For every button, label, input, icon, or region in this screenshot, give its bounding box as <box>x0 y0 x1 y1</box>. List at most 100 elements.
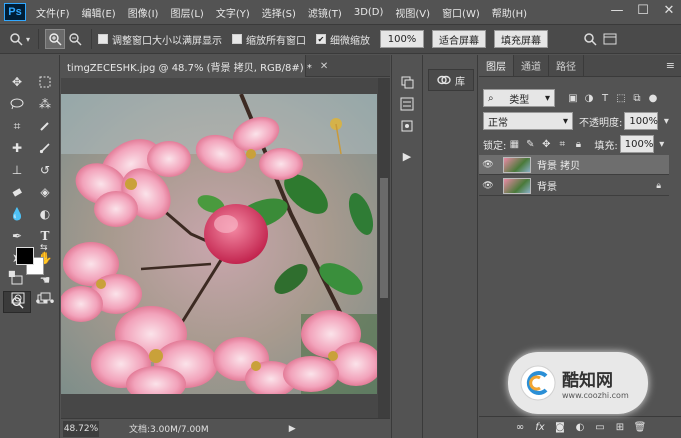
status-menu-arrow-icon[interactable]: ▶ <box>289 424 296 434</box>
filter-shape-icon[interactable]: ⬚ <box>613 93 629 104</box>
filter-toggle-icon[interactable]: ● <box>645 93 661 104</box>
layer-style-fx-icon[interactable]: fx <box>533 422 547 433</box>
default-colors-icon[interactable]: ■ <box>8 269 16 278</box>
menu-view[interactable]: 视图(V) <box>395 5 430 20</box>
dodge-tool-icon[interactable]: ◐ <box>31 203 59 225</box>
menu-filter[interactable]: 滤镜(T) <box>308 5 342 20</box>
eyedropper-tool-icon[interactable] <box>31 115 59 137</box>
history-panel-icon[interactable] <box>396 73 418 91</box>
healing-brush-tool-icon[interactable]: ✚ <box>3 137 31 159</box>
lock-transparent-icon[interactable]: ▦ <box>506 139 522 150</box>
opacity-chevron-icon[interactable]: ▾ <box>658 116 674 127</box>
marquee-tool-icon[interactable] <box>31 71 59 93</box>
tab-paths[interactable]: 路径 <box>549 55 584 76</box>
new-layer-icon[interactable]: ⊞ <box>613 422 627 433</box>
fit-screen-button[interactable]: 适合屏幕 <box>432 30 487 48</box>
add-mask-icon[interactable]: ◙ <box>553 422 567 433</box>
libraries-tab[interactable]: 库 <box>428 69 474 91</box>
new-group-icon[interactable]: ▭ <box>593 422 607 433</box>
quick-mask-icon[interactable] <box>10 291 26 305</box>
swap-colors-icon[interactable]: ⇆ <box>40 243 48 253</box>
adjustments-panel-icon[interactable] <box>396 117 418 135</box>
scrubby-zoom-checkbox[interactable]: ✔ <box>316 34 327 44</box>
pen-tool-icon[interactable]: ✒ <box>3 225 31 247</box>
preset-chevron-icon[interactable]: ▾ <box>26 35 30 44</box>
menu-window[interactable]: 窗口(W) <box>442 5 480 20</box>
layer-row-background[interactable]: 👁︎ 背景 🔒︎ <box>479 176 669 196</box>
opacity-field[interactable]: 100% <box>624 112 659 130</box>
clone-stamp-tool-icon[interactable]: ⊥ <box>3 159 31 181</box>
document-title: timgZECESHK.jpg @ 48.7% (背景 拷贝, RGB/8#) … <box>67 62 312 74</box>
menu-select[interactable]: 选择(S) <box>262 5 296 20</box>
blend-row: 正常 ▾ 不透明度: 100% ▾ <box>479 112 681 130</box>
lock-row: 锁定: ▦ ✎ ✥ ⌗ 🔒︎ 填充: 100% ▾ <box>479 135 681 153</box>
close-document-icon[interactable]: ✕ <box>320 61 328 72</box>
filter-pixel-icon[interactable]: ▣ <box>565 93 581 104</box>
lock-label: 锁定: <box>483 140 507 152</box>
history-brush-tool-icon[interactable]: ↺ <box>31 159 59 181</box>
magic-wand-tool-icon[interactable]: ⁂ <box>31 93 59 115</box>
filter-smart-object-icon[interactable]: ⧉ <box>629 93 645 104</box>
menu-type[interactable]: 文字(Y) <box>216 5 250 20</box>
layer-row-background-copy[interactable]: 👁︎ 背景 拷贝 <box>479 155 669 175</box>
fill-screen-button[interactable]: 填充屏幕 <box>494 30 549 48</box>
visibility-eye-icon[interactable]: 👁︎ <box>479 181 497 191</box>
lock-position-icon[interactable]: ✥ <box>538 139 554 150</box>
menu-layer[interactable]: 图层(L) <box>170 5 203 20</box>
vertical-scrollbar[interactable] <box>378 78 390 418</box>
filter-type-icon[interactable]: T <box>597 93 613 104</box>
properties-panel-icon[interactable] <box>396 95 418 113</box>
blur-tool-icon[interactable]: 💧 <box>3 203 31 225</box>
lock-artboard-icon[interactable]: ⌗ <box>554 139 570 150</box>
brush-tool-icon[interactable] <box>31 137 59 159</box>
screen-mode-icon[interactable] <box>36 291 52 305</box>
fill-chevron-icon[interactable]: ▾ <box>654 139 670 150</box>
zoom-all-windows-label: 缩放所有窗口 <box>246 35 307 47</box>
maximize-button[interactable]: ☐ <box>635 2 651 20</box>
link-layers-icon[interactable]: ∞ <box>513 422 527 433</box>
filter-adjustment-icon[interactable]: ◑ <box>581 93 597 104</box>
tab-channels[interactable]: 通道 <box>514 55 549 76</box>
paint-bucket-tool-icon[interactable]: ◈ <box>31 181 59 203</box>
zoom-out-icon[interactable] <box>65 29 85 49</box>
layers-panel-tabs: 图层 通道 路径 ≡ <box>479 55 681 77</box>
panel-menu-icon[interactable]: ≡ <box>666 59 675 72</box>
adjustment-layer-icon[interactable]: ◐ <box>573 422 587 433</box>
lock-image-icon[interactable]: ✎ <box>522 139 538 150</box>
layer-filter-dropdown[interactable]: ⌕ 类型 ▾ <box>483 89 555 107</box>
zoom-all-windows-checkbox[interactable] <box>232 34 243 44</box>
lasso-tool-icon[interactable] <box>3 93 31 115</box>
menu-edit[interactable]: 编辑(E) <box>82 5 116 20</box>
menu-help[interactable]: 帮助(H) <box>492 5 527 20</box>
eraser-tool-icon[interactable] <box>3 181 31 203</box>
watermark-url: www.coozhi.com <box>562 391 629 400</box>
zoom-in-icon[interactable] <box>45 29 66 49</box>
menu-3d[interactable]: 3D(D) <box>354 7 384 18</box>
visibility-eye-icon[interactable]: 👁︎ <box>479 160 497 170</box>
tab-layers[interactable]: 图层 <box>479 55 514 76</box>
menu-image[interactable]: 图像(I) <box>128 5 159 20</box>
minimize-button[interactable]: — <box>609 2 625 20</box>
vertical-scroll-thumb[interactable] <box>380 178 388 298</box>
menu-file[interactable]: 文件(F) <box>36 5 70 20</box>
close-button[interactable]: ✕ <box>661 2 677 20</box>
zoom-tool-preset-icon[interactable] <box>6 29 26 49</box>
dock-gripper <box>392 55 422 69</box>
foreground-color-swatch[interactable] <box>16 247 34 265</box>
blend-mode-dropdown[interactable]: 正常 ▾ <box>483 112 573 130</box>
fill-label: 填充: <box>594 140 618 152</box>
crop-tool-icon[interactable]: ⌗ <box>3 115 31 137</box>
document-tab[interactable]: timgZECESHK.jpg @ 48.7% (背景 拷贝, RGB/8#) … <box>61 55 328 77</box>
actions-play-icon[interactable]: ▶ <box>396 147 418 165</box>
zoom-100-button[interactable]: 100% <box>380 30 425 48</box>
lock-all-icon[interactable]: 🔒︎ <box>570 139 586 150</box>
workspace-icon[interactable] <box>600 29 620 49</box>
search-icon[interactable] <box>580 29 600 49</box>
resize-windows-checkbox[interactable] <box>98 34 109 44</box>
fill-field[interactable]: 100% <box>619 135 654 153</box>
document-tab-bar: timgZECESHK.jpg @ 48.7% (背景 拷贝, RGB/8#) … <box>61 55 390 77</box>
zoom-level-field[interactable]: 48.72% <box>63 420 99 437</box>
move-tool-icon[interactable]: ✥ <box>3 71 31 93</box>
canvas-area[interactable] <box>61 78 390 428</box>
delete-layer-icon[interactable]: 🗑︎ <box>633 422 647 433</box>
